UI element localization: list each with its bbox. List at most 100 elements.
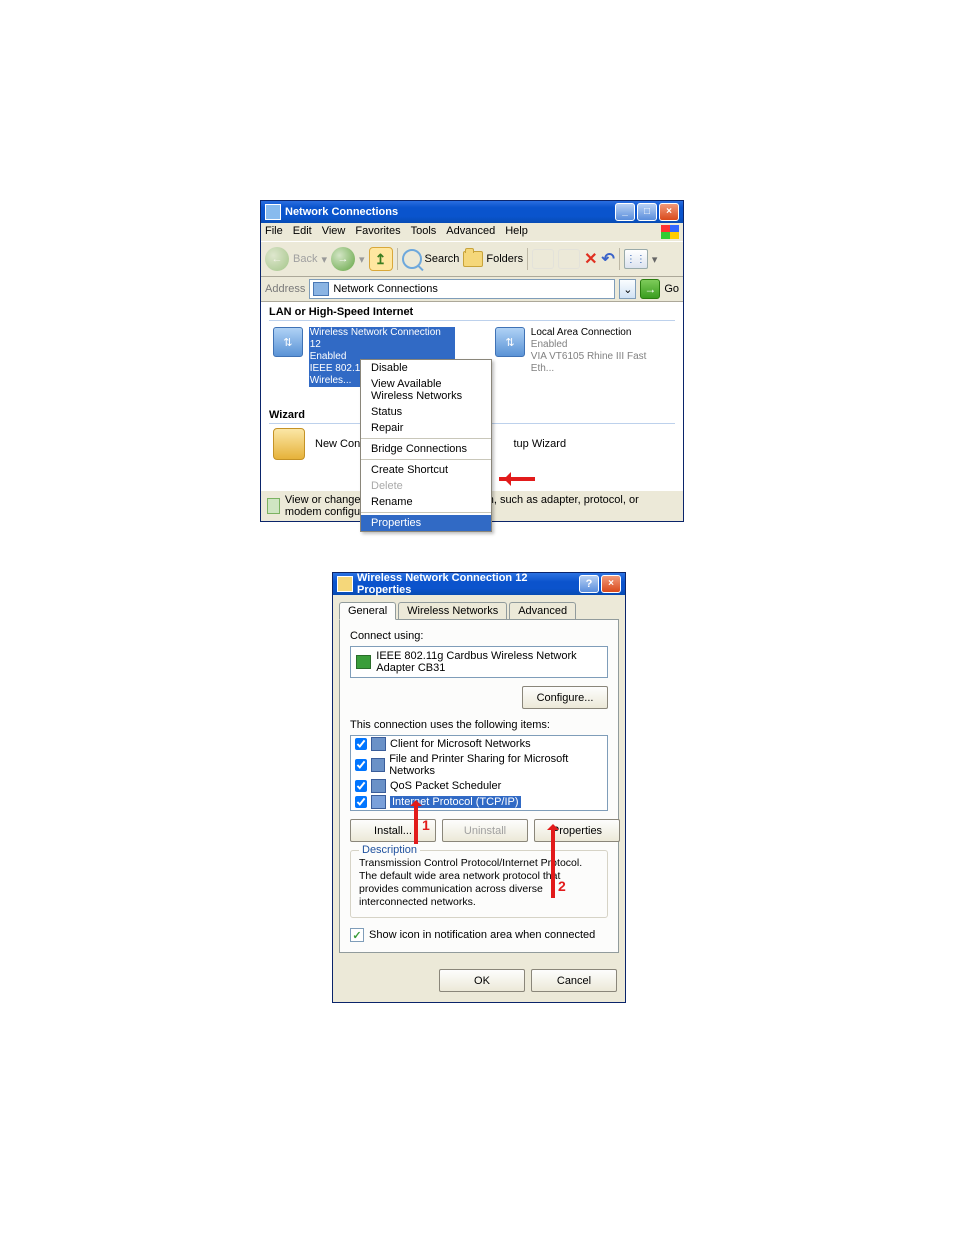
description-groupbox: Description Transmission Control Protoco… [350, 850, 608, 918]
address-dropdown[interactable]: ⌄ [619, 279, 636, 299]
lan-connection-item[interactable]: Local Area Connection Enabled VIA VT6105… [495, 327, 671, 387]
up-button[interactable] [369, 247, 393, 271]
menu-advanced[interactable]: Advanced [446, 225, 495, 239]
menu-favorites[interactable]: Favorites [355, 225, 400, 239]
service-icon [371, 758, 385, 772]
protocol-icon [371, 795, 386, 809]
ctx-status[interactable]: Status [361, 404, 491, 420]
address-bar: Address Network Connections ⌄ → Go [261, 277, 683, 302]
folders-label: Folders [486, 253, 523, 265]
folder-icon [463, 251, 483, 267]
ctx-view-networks[interactable]: View Available Wireless Networks [361, 376, 491, 404]
client-area: LAN or High-Speed Internet Wireless Netw… [261, 302, 683, 490]
status-icon [267, 498, 280, 514]
list-item[interactable]: QoS Packet Scheduler [351, 778, 607, 794]
dialog-footer: OK Cancel [333, 959, 625, 1002]
close-button[interactable]: × [601, 575, 621, 593]
list-item[interactable]: Client for Microsoft Networks [351, 736, 607, 752]
tab-pane-general: Connect using: IEEE 802.11g Cardbus Wire… [339, 619, 619, 953]
address-field[interactable]: Network Connections [309, 279, 615, 299]
window-title: Network Connections [285, 206, 613, 218]
checkbox[interactable] [355, 738, 367, 750]
address-value: Network Connections [333, 283, 438, 295]
list-item-selected[interactable]: Internet Protocol (TCP/IP) [351, 794, 607, 810]
ctx-disable[interactable]: Disable [361, 360, 491, 376]
checkbox[interactable] [355, 796, 367, 808]
go-label: Go [664, 283, 679, 295]
items-label: This connection uses the following items… [350, 719, 608, 731]
tab-general[interactable]: General [339, 602, 396, 620]
menu-file[interactable]: File [265, 225, 283, 239]
red-arrow-1 [410, 794, 422, 844]
folders-button[interactable]: Folders [463, 251, 523, 267]
item3: QoS Packet Scheduler [390, 780, 501, 792]
context-menu: Disable View Available Wireless Networks… [360, 359, 492, 532]
adapter-icon [356, 655, 371, 669]
list-item[interactable]: File and Printer Sharing for Microsoft N… [351, 752, 607, 778]
system-icon [337, 576, 353, 592]
checkbox[interactable] [355, 759, 367, 771]
tab-strip: General Wireless Networks Advanced [339, 602, 619, 620]
annotation-1: 1 [422, 817, 430, 833]
menu-bar: File Edit View Favorites Tools Advanced … [261, 223, 683, 242]
tab-wireless[interactable]: Wireless Networks [398, 602, 507, 620]
cancel-button[interactable]: Cancel [531, 969, 617, 992]
maximize-button[interactable]: □ [637, 203, 657, 221]
item1: Client for Microsoft Networks [390, 738, 531, 750]
windows-flag-icon [661, 225, 679, 239]
group-lan-header: LAN or High-Speed Internet [261, 302, 683, 323]
ctx-delete: Delete [361, 478, 491, 494]
item2: File and Printer Sharing for Microsoft N… [389, 753, 603, 777]
adapter-name: IEEE 802.11g Cardbus Wireless Network Ad… [376, 650, 602, 674]
show-icon-checkbox[interactable] [350, 928, 364, 942]
ctx-shortcut[interactable]: Create Shortcut [361, 462, 491, 478]
client-icon [371, 737, 386, 751]
components-listbox[interactable]: Client for Microsoft Networks File and P… [350, 735, 608, 811]
search-button[interactable]: Search [402, 249, 460, 269]
uninstall-button: Uninstall [442, 819, 528, 842]
configure-button[interactable]: Configure... [522, 686, 608, 709]
title-bar[interactable]: Network Connections _ □ × [261, 201, 683, 223]
title-bar[interactable]: Wireless Network Connection 12 Propertie… [333, 573, 625, 595]
connection-icon [273, 327, 303, 357]
minimize-button[interactable]: _ [615, 203, 635, 221]
go-button[interactable]: → [640, 279, 660, 299]
copy-to-button[interactable] [558, 249, 580, 269]
toolbar: ← Back ▾ → ▾ Search Folders ✕ ↶ ▾ [261, 242, 683, 277]
conn2-title: Local Area Connection [531, 327, 671, 339]
search-label: Search [425, 253, 460, 265]
move-to-button[interactable] [532, 249, 554, 269]
menu-tools[interactable]: Tools [411, 225, 437, 239]
wizard-icon [273, 428, 305, 460]
menu-help[interactable]: Help [505, 225, 528, 239]
views-button[interactable] [624, 249, 648, 269]
service-icon [371, 779, 386, 793]
menu-edit[interactable]: Edit [293, 225, 312, 239]
wizard-setup[interactable]: tup Wizard [513, 438, 566, 450]
network-connections-window: Network Connections _ □ × File Edit View… [260, 200, 684, 522]
back-button[interactable]: ← [265, 247, 289, 271]
annotation-2: 2 [558, 878, 566, 894]
tab-advanced[interactable]: Advanced [509, 602, 576, 620]
help-button[interactable]: ? [579, 575, 599, 593]
search-icon [402, 249, 422, 269]
undo-button[interactable]: ↶ [601, 249, 614, 269]
ctx-properties[interactable]: Properties [361, 515, 491, 531]
address-icon [313, 282, 329, 296]
checkbox[interactable] [355, 780, 367, 792]
back-label: Back [293, 253, 317, 265]
ctx-bridge[interactable]: Bridge Connections [361, 441, 491, 457]
conn1-title: Wireless Network Connection 12 [309, 327, 455, 351]
ctx-rename[interactable]: Rename [361, 494, 491, 510]
close-button[interactable]: × [659, 203, 679, 221]
red-arrow-annotation [499, 472, 545, 486]
connection-icon [495, 327, 525, 357]
ok-button[interactable]: OK [439, 969, 525, 992]
address-label: Address [265, 283, 305, 295]
conn2-status: Enabled [531, 339, 671, 351]
description-title: Description [359, 844, 420, 856]
forward-button[interactable]: → [331, 247, 355, 271]
delete-button[interactable]: ✕ [584, 249, 597, 269]
menu-view[interactable]: View [322, 225, 346, 239]
ctx-repair[interactable]: Repair [361, 420, 491, 436]
